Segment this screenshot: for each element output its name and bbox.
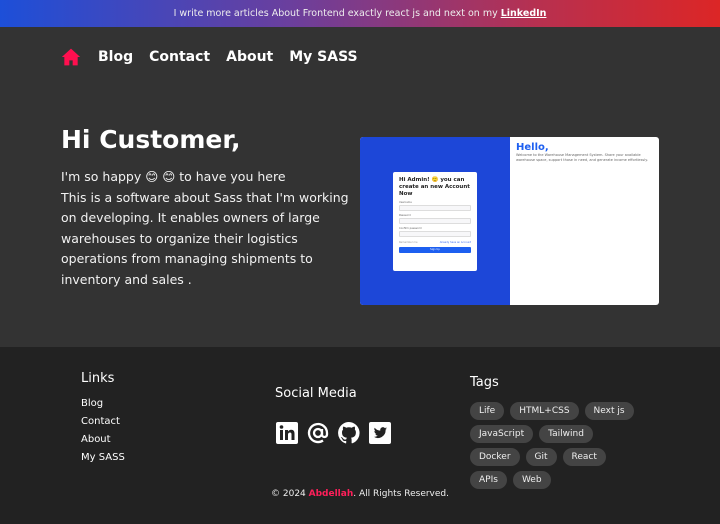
app-screenshot: Hi Admin! 🙂 you can create an new Accoun… — [360, 137, 659, 305]
footer-tags: Tags Life HTML+CSS Next js JavaScript Ta… — [470, 375, 645, 489]
copyright-text: . All Rights Reserved. — [353, 489, 449, 499]
hero-greeting: I'm so happy 😊 😊 to have you here — [61, 169, 286, 184]
banner-text: I write more articles About Frontend exa… — [173, 8, 498, 19]
password-field — [399, 218, 471, 224]
hello-heading: Hello, — [516, 142, 549, 153]
tag-apis[interactable]: APIs — [470, 471, 507, 489]
main-nav: Blog Contact About My SASS — [0, 27, 720, 87]
at-icon[interactable] — [306, 421, 330, 445]
remember-label: Remember me — [399, 241, 418, 244]
nav-about[interactable]: About — [226, 49, 273, 65]
footer: Links Blog Contact About My SASS Social … — [0, 347, 720, 524]
tag-javascript[interactable]: JavaScript — [470, 425, 534, 443]
footer-link-about[interactable]: About — [81, 434, 125, 446]
signup-button: Sign Up — [399, 247, 471, 253]
card-title: Hi Admin! 🙂 you can create an new Accoun… — [399, 177, 470, 197]
nav-contact[interactable]: Contact — [149, 49, 210, 65]
tag-web[interactable]: Web — [512, 471, 551, 489]
links-title: Links — [81, 371, 115, 386]
tag-git[interactable]: Git — [525, 448, 557, 466]
welcome-text: Welcome to the Warehouse Management Syst… — [516, 153, 648, 162]
hero-title: Hi Customer, — [61, 125, 241, 154]
username-field — [399, 205, 471, 211]
tag-react[interactable]: React — [562, 448, 606, 466]
nav-blog[interactable]: Blog — [98, 49, 133, 65]
tag-html-css[interactable]: HTML+CSS — [510, 402, 579, 420]
copyright-year: © 2024 — [271, 489, 306, 499]
username-label: Username — [399, 201, 412, 204]
tags-title: Tags — [470, 375, 499, 390]
home-icon[interactable] — [61, 47, 81, 67]
have-account-link: Already have an Account — [439, 241, 471, 244]
confirm-field — [399, 231, 471, 237]
linkedin-link[interactable]: LinkedIn — [501, 8, 547, 19]
tag-life[interactable]: Life — [470, 402, 505, 420]
copyright: © 2024 Abdellah. All Rights Reserved. — [0, 489, 720, 499]
github-icon[interactable] — [337, 421, 361, 445]
footer-link-contact[interactable]: Contact — [81, 416, 125, 428]
author-name: Abdellah — [308, 489, 354, 499]
tag-next-js[interactable]: Next js — [584, 402, 634, 420]
twitter-icon[interactable] — [368, 421, 392, 445]
footer-link-blog[interactable]: Blog — [81, 398, 125, 410]
tag-docker[interactable]: Docker — [470, 448, 520, 466]
confirm-label: Confirm password — [399, 227, 422, 230]
nav-my-sass[interactable]: My SASS — [289, 49, 357, 65]
hero-description: This is a software about Sass that I'm w… — [61, 189, 349, 287]
top-banner: I write more articles About Frontend exa… — [0, 0, 720, 27]
linkedin-icon[interactable] — [275, 421, 299, 445]
hero: Hi Customer, I'm so happy 😊 😊 to have yo… — [0, 87, 720, 347]
footer-social: Social Media — [275, 386, 392, 445]
social-title: Social Media — [275, 386, 357, 401]
tag-tailwind[interactable]: Tailwind — [539, 425, 593, 443]
password-label: Password — [399, 214, 411, 217]
footer-links: Links Blog Contact About My SASS — [81, 371, 125, 464]
signup-card: Hi Admin! 🙂 you can create an new Accoun… — [393, 172, 477, 271]
hero-text: I'm so happy 😊 😊 to have you here This is… — [61, 167, 361, 291]
footer-link-my-sass[interactable]: My SASS — [81, 452, 125, 464]
